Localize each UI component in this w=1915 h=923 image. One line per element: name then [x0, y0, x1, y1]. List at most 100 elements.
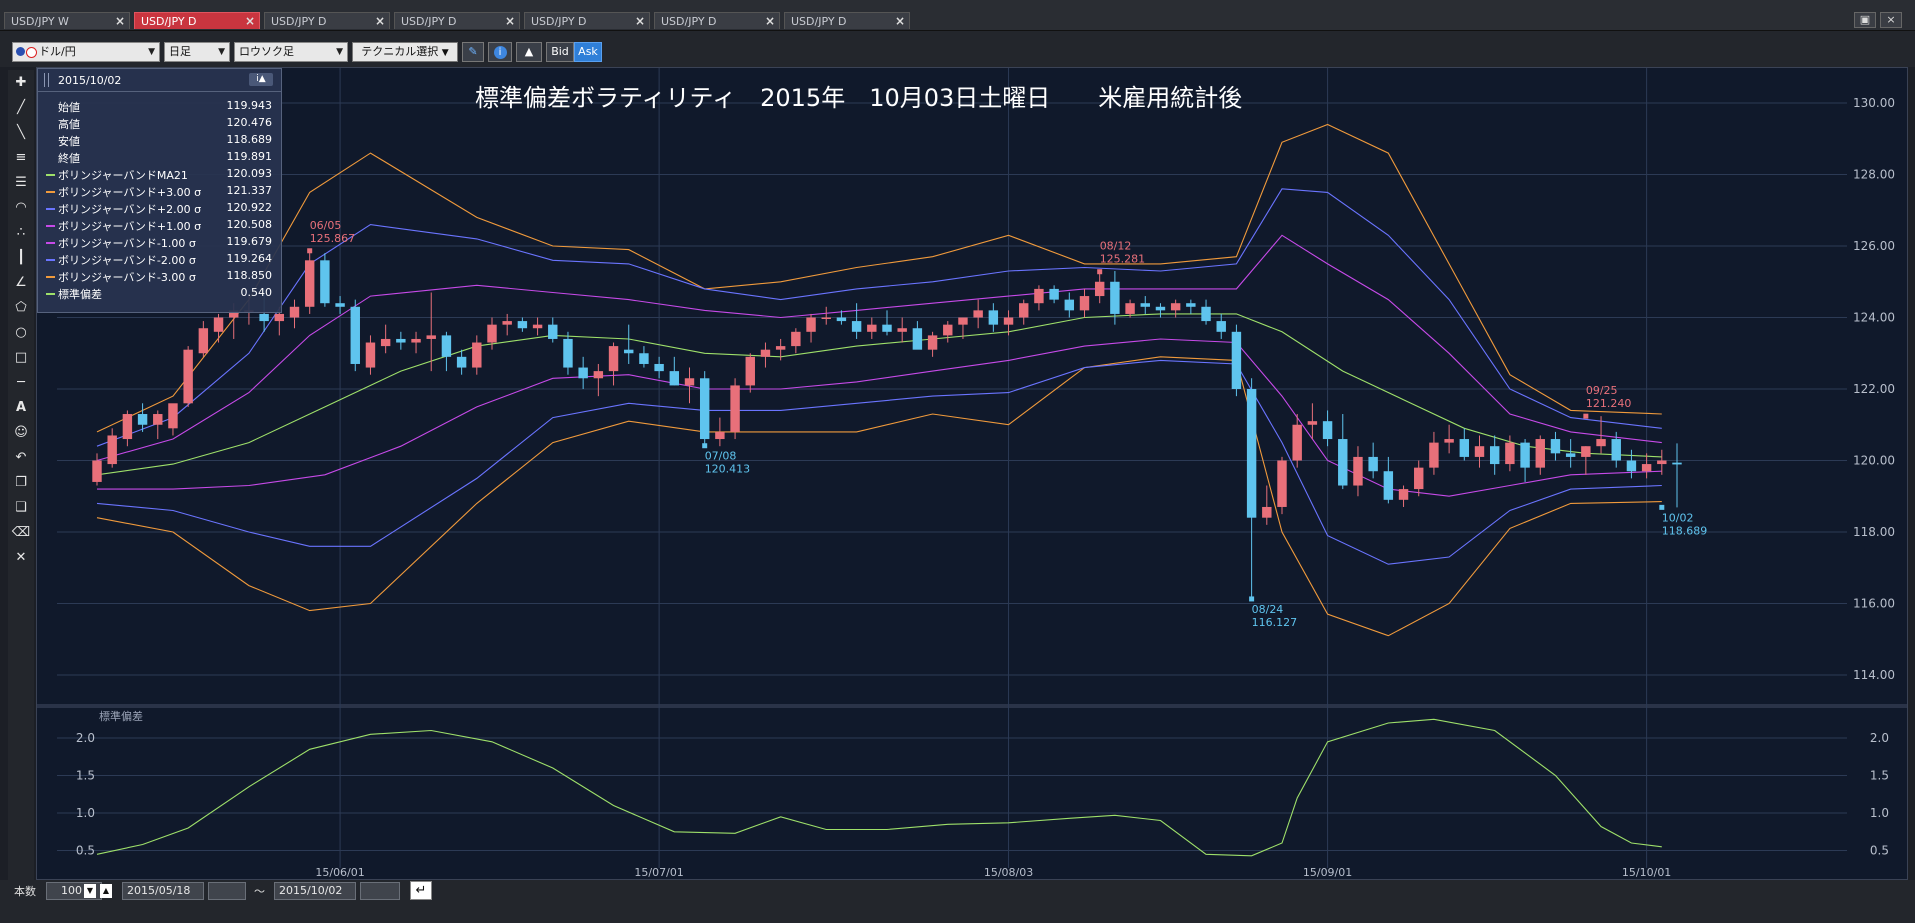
tab-close-icon[interactable]: × — [895, 14, 905, 28]
vertical-lines-tool[interactable]: ┃ — [10, 247, 32, 269]
apply-range-button[interactable]: ↵ — [410, 881, 432, 900]
tab-close-icon[interactable]: × — [765, 14, 775, 28]
time-tick-label: 15/08/03 — [984, 866, 1033, 879]
duplicate-tool[interactable]: ❑ — [10, 497, 32, 519]
close-window-button[interactable]: × — [1880, 12, 1902, 28]
annotation-date: 07/08 — [705, 450, 737, 463]
currency-pair-select[interactable]: ドル/円 ▼ — [12, 42, 160, 62]
tab-close-icon[interactable]: × — [245, 14, 255, 28]
candle-body — [563, 338, 573, 368]
series-swatch — [46, 208, 55, 210]
period-select[interactable]: 日足 ▼ — [164, 42, 230, 62]
candle-body — [350, 306, 360, 364]
technical-select-button[interactable]: テクニカル選択 ▼ — [352, 42, 458, 62]
angle-tool[interactable]: ∠ — [10, 272, 32, 294]
time-tick-label: 15/07/01 — [634, 866, 683, 879]
candle-body — [1444, 439, 1454, 443]
price-chart: 130.00 128.00 126.00 124.00 122.00 120.00 118.… — [37, 68, 1907, 879]
info-value: 120.508 — [226, 218, 273, 231]
fan-tool[interactable]: ∴ — [10, 222, 32, 244]
smiley-icon: ☺ — [14, 425, 28, 440]
copy-tool[interactable]: ❐ — [10, 472, 32, 494]
to-time-input[interactable] — [360, 882, 400, 900]
annotation-date: 09/25 — [1586, 384, 1618, 397]
range-bar: 本数 100 ▼ ▲ 2015/05/18 ～ 2015/10/02 ↵ — [0, 880, 1915, 923]
info-label: 始値 — [58, 101, 80, 114]
rectangle-tool[interactable]: □ — [10, 347, 32, 369]
candle-body — [1003, 317, 1014, 325]
horizontal-line-tool[interactable]: ─ — [10, 372, 32, 394]
restore-icon: ▣ — [1859, 13, 1871, 26]
crosshair-icon: ✚ — [15, 75, 27, 90]
info-collapse-button[interactable]: i▲ — [249, 73, 273, 86]
candle-body — [1186, 303, 1196, 307]
tab-5[interactable]: USD/JPY D × — [654, 12, 780, 29]
candle-body — [1034, 288, 1044, 304]
stamp-tool[interactable]: ☺ — [10, 422, 32, 444]
tab-close-icon[interactable]: × — [115, 14, 125, 28]
std-tick-label: 0.5 — [1870, 844, 1889, 858]
extreme-marker — [307, 248, 313, 254]
chart-area[interactable]: 130.00 128.00 126.00 124.00 122.00 120.00 118.… — [36, 67, 1908, 880]
bid-button[interactable]: Bid — [546, 42, 574, 62]
candle-body — [320, 260, 330, 304]
ray-tool[interactable]: ╲ — [10, 122, 32, 144]
tab-0[interactable]: USD/JPY W × — [4, 12, 130, 29]
price-tick-label: 130.00 — [1853, 96, 1895, 110]
candle-body — [1246, 389, 1257, 518]
decrement-button[interactable]: ▼ — [84, 884, 96, 898]
candle-body — [137, 414, 148, 425]
ask-button[interactable]: Ask — [574, 42, 602, 62]
info-row: 安値 118.689 — [46, 132, 272, 149]
ohlc-info-panel[interactable]: 2015/10/02 i▲ 始値 119.943 高値 120.476 安値 118.68… — [37, 68, 282, 313]
tab-1[interactable]: USD/JPY D × — [134, 12, 260, 29]
fibonacci-icon: ☰ — [15, 175, 27, 190]
candle-body — [912, 328, 923, 350]
crosshair-tool[interactable]: ✚ — [10, 72, 32, 94]
cursor-tool[interactable]: ↶ — [10, 447, 32, 469]
candle-body — [654, 363, 664, 372]
arc-tool[interactable]: ◠ — [10, 197, 32, 219]
currency-pair-value: ドル/円 — [39, 45, 76, 58]
horizontal-lines-tool[interactable]: ≡ — [10, 147, 32, 169]
info-value: 118.689 — [226, 133, 273, 146]
chart-style-button[interactable]: ▲ — [516, 42, 542, 62]
circle-tool[interactable]: ○ — [10, 322, 32, 344]
band-minus3-line — [96, 356, 1662, 637]
drawing-toolbar: ✚ ╱ ╲ ≡ ☰ ◠ ∴ ┃ ∠ ⬠ ○ □ ─ A ☺ ↶ ❐ ❑ ⌫ ✕ — [8, 70, 34, 880]
draw-pen-button[interactable]: ✎ — [462, 42, 484, 62]
tab-3[interactable]: USD/JPY D × — [394, 12, 520, 29]
candle-body — [1596, 439, 1606, 447]
trendline-tool[interactable]: ╱ — [10, 97, 32, 119]
range-tilde: ～ — [254, 885, 265, 898]
info-value: 120.093 — [226, 167, 273, 180]
candle-body — [1657, 460, 1667, 465]
eraser-all-tool[interactable]: ✕ — [10, 547, 32, 569]
increment-button[interactable]: ▲ — [100, 884, 112, 898]
restore-button[interactable]: ▣ — [1854, 12, 1876, 28]
pentagon-tool[interactable]: ⬠ — [10, 297, 32, 319]
info-row: ボリンジャーバンドMA21 120.093 — [46, 166, 272, 183]
info-value: 119.943 — [226, 99, 273, 112]
candle-body — [1368, 456, 1378, 472]
info-toggle-button[interactable]: i — [488, 42, 512, 62]
from-time-input[interactable] — [208, 882, 246, 900]
tab-4[interactable]: USD/JPY D × — [524, 12, 650, 29]
candle-body — [1140, 303, 1150, 307]
from-date-input[interactable]: 2015/05/18 — [122, 882, 204, 900]
fibonacci-tool[interactable]: ☰ — [10, 172, 32, 194]
tab-6[interactable]: USD/JPY D × — [784, 12, 910, 29]
tab-close-icon[interactable]: × — [635, 14, 645, 28]
tab-close-icon[interactable]: × — [375, 14, 385, 28]
to-date-input[interactable]: 2015/10/02 — [274, 882, 356, 900]
info-date: 2015/10/02 — [58, 74, 122, 87]
time-tick-label: 15/10/01 — [1622, 866, 1671, 879]
tab-close-icon[interactable]: × — [505, 14, 515, 28]
tab-label: USD/JPY D — [271, 15, 327, 28]
eraser-tool[interactable]: ⌫ — [10, 522, 32, 544]
candle-body — [1277, 460, 1287, 507]
tab-bar: USD/JPY W × USD/JPY D × USD/JPY D × USD/JPY D ×… — [0, 0, 1915, 31]
chart-type-select[interactable]: ロウソク足 ▼ — [234, 42, 348, 62]
text-tool[interactable]: A — [10, 397, 32, 419]
tab-2[interactable]: USD/JPY D × — [264, 12, 390, 29]
